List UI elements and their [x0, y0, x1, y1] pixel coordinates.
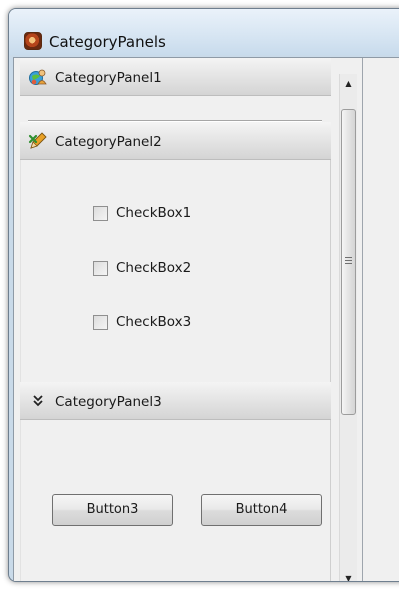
grip-icon: [345, 257, 352, 264]
title-bar[interactable]: CategoryPanels: [9, 9, 399, 55]
checkbox-3-box[interactable]: [93, 315, 108, 330]
pencil-edit-icon: [28, 132, 47, 149]
category-panel-2-header[interactable]: CategoryPanel2: [20, 122, 331, 160]
category-panel-3-header[interactable]: CategoryPanel3: [20, 382, 331, 420]
client-area: CategoryPanel1 CategoryPanel2 CheckBox1: [13, 57, 399, 581]
checkbox-2-label[interactable]: CheckBox2: [116, 260, 191, 276]
button-4[interactable]: Button4: [201, 494, 322, 526]
checkbox-1-box[interactable]: [93, 206, 108, 221]
scroll-down-arrow-icon[interactable]: ▼: [340, 569, 357, 581]
people-globe-icon: [29, 69, 47, 85]
app-icon[interactable]: [24, 32, 42, 50]
category-panel-2-label: CategoryPanel2: [55, 134, 162, 150]
app-window: CategoryPanels CategoryPanel1 CategoryPa…: [8, 8, 399, 582]
button-3[interactable]: Button3: [52, 494, 173, 526]
category-panel-3-body: Button3 Button4: [20, 420, 331, 581]
category-panel-group: CategoryPanel1 CategoryPanel2 CheckBox1: [14, 58, 363, 581]
right-pane: [363, 58, 399, 581]
checkbox-1-label[interactable]: CheckBox1: [116, 205, 191, 221]
window-title: CategoryPanels: [49, 33, 166, 51]
scroll-up-arrow-icon[interactable]: ▲: [340, 74, 357, 94]
checkbox-2-box[interactable]: [93, 261, 108, 276]
checkbox-3-label[interactable]: CheckBox3: [116, 314, 191, 330]
scroll-thumb[interactable]: [341, 109, 356, 415]
vertical-scrollbar[interactable]: ▲ ▼: [339, 74, 357, 581]
double-chevron-down-icon[interactable]: [28, 391, 48, 411]
category-panel-1-label: CategoryPanel1: [55, 70, 162, 86]
category-panel-2-body: CheckBox1 CheckBox2 CheckBox3: [20, 160, 331, 382]
category-panel-3-label: CategoryPanel3: [55, 394, 162, 410]
category-panel-1-header[interactable]: CategoryPanel1: [20, 58, 331, 96]
